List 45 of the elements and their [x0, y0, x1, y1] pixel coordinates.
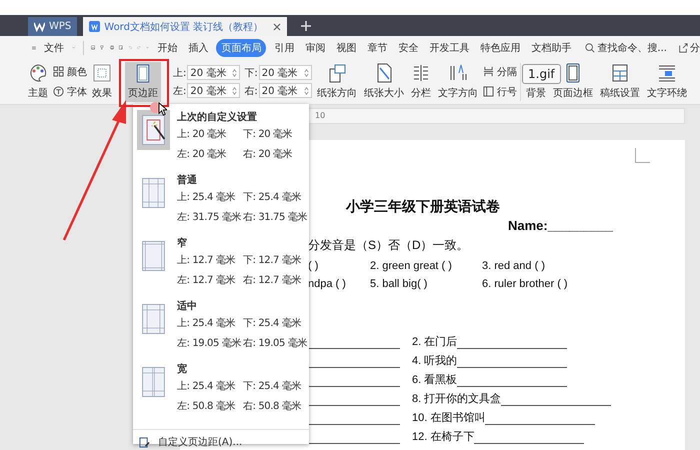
margin-value: 左: 19.05 毫米 — [177, 336, 242, 350]
margin-value: 右: 19.05 毫米 — [243, 336, 308, 350]
question-text: ndpa ( ) — [308, 278, 347, 290]
margin-value: 左: 20 毫米 — [177, 148, 228, 161]
margin-value: 右: 31.75 毫米 — [243, 210, 308, 224]
question-text: 6. ruler brother ( ) — [482, 278, 568, 290]
question-text: 3. red and ( ) — [482, 260, 545, 272]
margin-label: 左: — [173, 84, 186, 98]
preset-name: 窄 — [177, 236, 187, 250]
instruction-text: 分发音是（S）否（D）一致。 — [308, 237, 470, 254]
margin-label: 下: — [244, 66, 258, 80]
margin-value: 上: 12.7 毫米 — [177, 254, 236, 267]
margin-value: 上: 20 毫米 — [177, 128, 228, 141]
margin-value: 下: 12.7 毫米 — [243, 254, 302, 267]
question-text: 2. green great ( ) — [370, 260, 453, 272]
question-text: 10. 在图书馆叫 — [412, 410, 486, 425]
tooltip: 1.gif — [522, 64, 561, 84]
margin-value: 下: 25.4 毫米 — [243, 380, 302, 393]
margin-value: 左: 12.7 毫米 — [177, 274, 236, 287]
preset-name: 适中 — [177, 300, 197, 313]
question-text: 6. 看黑板 — [412, 373, 458, 387]
margin-value: 下: 25.4 毫米 — [243, 316, 302, 330]
margin-value: 右: 50.8 毫米 — [243, 400, 302, 413]
margin-value: 左: 31.75 毫米 — [177, 210, 242, 224]
margin-value: 右: 20 毫米 — [243, 148, 294, 161]
question-text: 2. 在门后 — [412, 334, 458, 349]
question-text: 4. 听我的 — [412, 354, 458, 368]
preset-name: 宽 — [177, 362, 187, 376]
margin-value: 下: 20 毫米 — [243, 128, 294, 141]
margin-value: 左: 50.8 毫米 — [177, 400, 236, 413]
margin-value: 右: 12.7 毫米 — [243, 274, 302, 287]
question-text: 12. 在椅子下 — [412, 430, 474, 444]
margin-value: 下: 25.4 毫米 — [243, 190, 302, 204]
margin-value: 上: 25.4 毫米 — [177, 380, 236, 393]
margin-value: 上: 25.4 毫米 — [177, 190, 236, 204]
preset-name: 上次的自定义设置 — [177, 110, 257, 124]
ruler-number: 10 — [315, 111, 326, 120]
margin-label: 右: — [244, 84, 258, 98]
document-title: 小学三年级下册英语试卷 — [344, 198, 501, 216]
margin-value: 上: 25.4 毫米 — [177, 316, 236, 330]
preset-name: 普通 — [177, 173, 197, 187]
name-line: Name:_________ — [507, 218, 614, 233]
question-text: 5. ball big( ) — [370, 278, 428, 290]
question-text: 8. 打开你的文具盒 — [412, 392, 502, 406]
margin-label: 上: — [173, 66, 186, 80]
